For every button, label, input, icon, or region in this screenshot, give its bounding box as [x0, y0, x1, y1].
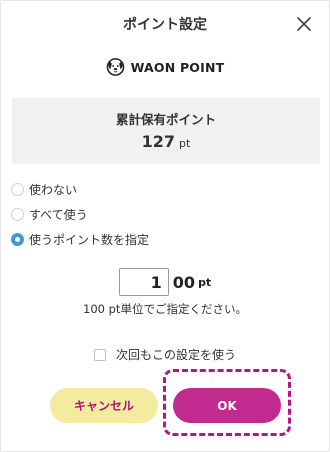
point-amount-input[interactable]	[118, 268, 169, 296]
balance-label: 累計保有ポイント	[115, 112, 216, 127]
option-dont-use[interactable]: 使わない	[11, 181, 149, 197]
option-use-all[interactable]: すべて使う	[11, 206, 149, 222]
waon-dog-icon	[106, 58, 124, 76]
option-label: 使わない	[29, 182, 78, 197]
option-label: すべて使う	[29, 207, 88, 222]
brand-logo: WAON POINT	[1, 57, 329, 77]
ok-button[interactable]: OK	[173, 388, 281, 423]
option-specify-points[interactable]: 使うポイント数を指定	[11, 231, 149, 247]
remember-setting-label: 次回もこの設定を使う	[115, 348, 236, 362]
point-unit-hint: 100 pt単位でご指定ください。	[83, 302, 247, 316]
option-label: 使うポイント数を指定	[29, 232, 150, 247]
point-amount-unit: pt	[198, 275, 212, 289]
dialog-title: ポイント設定	[123, 17, 207, 33]
radio-button[interactable]	[11, 207, 24, 221]
balance-value: 127	[141, 132, 176, 151]
balance-unit: pt	[179, 137, 191, 150]
brand-name: WAON POINT	[130, 59, 225, 75]
point-balance-panel: 累計保有ポイント 127 pt	[12, 98, 320, 164]
radio-button-selected[interactable]	[11, 232, 24, 246]
close-icon	[297, 17, 311, 31]
point-amount-row: 00 pt	[1, 268, 329, 296]
radio-button[interactable]	[11, 182, 24, 196]
remember-setting-row[interactable]: 次回もこの設定を使う	[1, 346, 329, 363]
close-button[interactable]	[296, 16, 312, 32]
usage-option-group: 使わない すべて使う 使うポイント数を指定	[11, 181, 149, 256]
cancel-button[interactable]: キャンセル	[50, 388, 158, 423]
remember-setting-checkbox[interactable]	[93, 348, 106, 361]
balance-value-row: 127 pt	[12, 132, 320, 151]
point-settings-dialog: ポイント設定 WAON POINT 累計保有ポイント 127 pt 使わない す…	[0, 0, 330, 452]
point-amount-suffix: 00	[172, 272, 196, 292]
